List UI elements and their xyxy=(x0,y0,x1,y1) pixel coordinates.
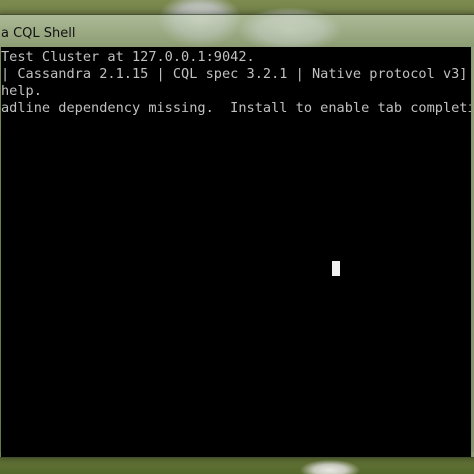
console-line: adline dependency missing. Install to en… xyxy=(1,100,471,116)
text-cursor xyxy=(332,261,340,276)
console-line: help. xyxy=(1,83,42,99)
console-area[interactable]: Test Cluster at 127.0.0.1:9042. | Cassan… xyxy=(1,47,471,457)
window-title: a CQL Shell xyxy=(1,26,76,41)
console-output: Test Cluster at 127.0.0.1:9042. | Cassan… xyxy=(1,49,471,117)
console-line: | Cassandra 2.1.15 | CQL spec 3.2.1 | Na… xyxy=(1,66,468,82)
desktop-background: a CQL Shell Test Cluster at 127.0.0.1:90… xyxy=(0,0,474,474)
cql-shell-window[interactable]: a CQL Shell Test Cluster at 127.0.0.1:90… xyxy=(0,14,474,458)
console-line: Test Cluster at 127.0.0.1:9042. xyxy=(1,49,255,65)
window-titlebar[interactable]: a CQL Shell xyxy=(0,15,474,47)
